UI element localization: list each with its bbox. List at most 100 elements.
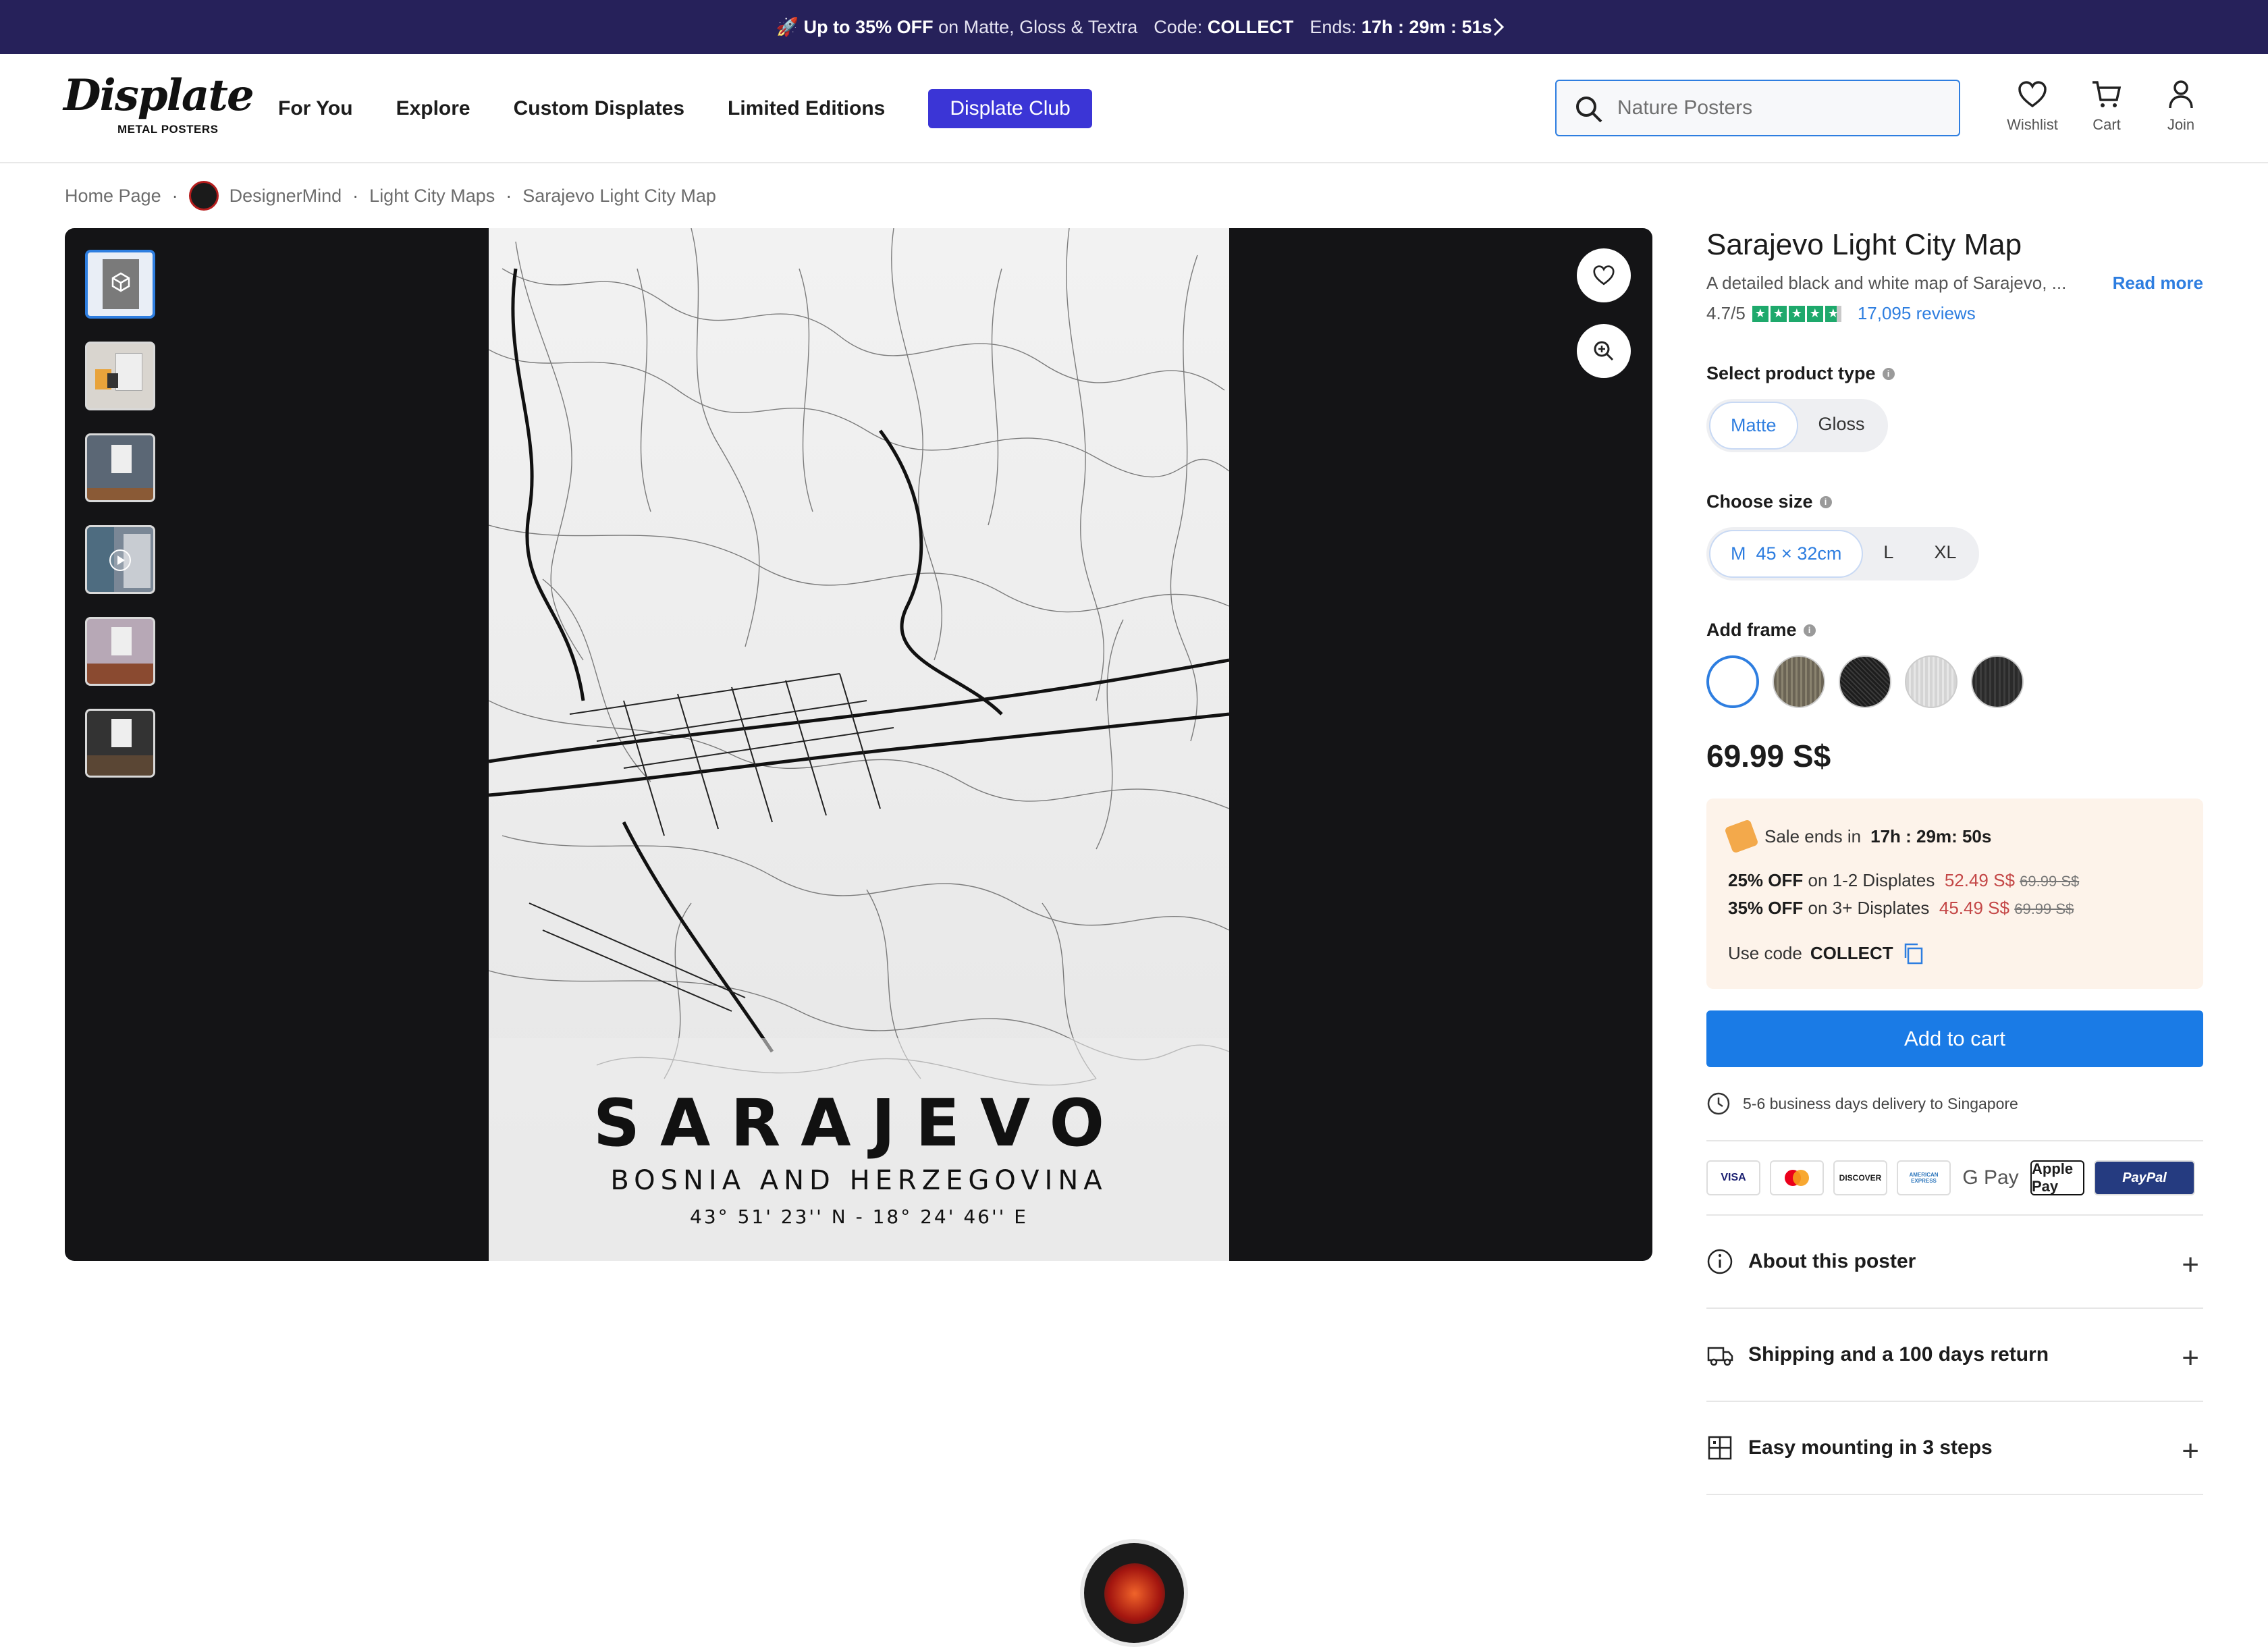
- plus-icon: +: [2182, 1248, 2199, 1281]
- star-icon: ★: [1752, 305, 1769, 322]
- poster-city: SARAJEVO: [593, 1085, 1125, 1161]
- plus-icon: +: [2182, 1434, 2199, 1467]
- frame-black-wood[interactable]: [1839, 655, 1891, 708]
- info-icon[interactable]: i: [1882, 367, 1895, 380]
- frame-white-wood[interactable]: [1905, 655, 1958, 708]
- type-gloss[interactable]: Gloss: [1798, 402, 1885, 450]
- product-description: A detailed black and white map of Saraje…: [1706, 273, 2203, 294]
- size-m[interactable]: M 45 × 32cm: [1709, 530, 1864, 578]
- star-icon: ★: [1770, 305, 1787, 322]
- poster-country: BOSNIA AND HERZEGOVINA: [610, 1165, 1108, 1196]
- thumbnail-wall-3[interactable]: [85, 617, 155, 686]
- heart-icon: [1593, 265, 1615, 286]
- sale-tier-2: 35% OFF on 3+ Displates 45.49 S$ 69.99 S…: [1728, 898, 2074, 918]
- artist-avatar[interactable]: [188, 181, 219, 211]
- reviews-link[interactable]: 17,095 reviews: [1858, 303, 1976, 324]
- accordion-shipping[interactable]: Shipping and a 100 days return +: [1706, 1309, 2203, 1402]
- apple-pay-icon: Apple Pay: [2030, 1160, 2084, 1195]
- read-more-link[interactable]: Read more: [2113, 273, 2203, 294]
- breadcrumb-collection[interactable]: Light City Maps: [369, 186, 495, 207]
- info-icon[interactable]: i: [1803, 624, 1816, 637]
- artist-avatar-large[interactable]: [1080, 1539, 1188, 1647]
- copy-icon[interactable]: [1901, 942, 1924, 965]
- nav-limited-editions[interactable]: Limited Editions: [728, 97, 885, 120]
- delivery-info: 5-6 business days delivery to Singapore: [1706, 1091, 2203, 1116]
- cart-icon: [2092, 81, 2122, 107]
- product-title: Sarajevo Light City Map: [1706, 228, 2022, 261]
- thumbnail-wall-2[interactable]: [85, 433, 155, 502]
- promo-countdown: Ends: 17h : 29m : 51s: [1310, 16, 1492, 37]
- nav-explore[interactable]: Explore: [396, 97, 470, 120]
- main-nav: For You Explore Custom Displates Limited…: [278, 54, 1135, 163]
- nav-for-you[interactable]: For You: [278, 97, 353, 120]
- breadcrumb-artist[interactable]: DesignerMind: [230, 186, 342, 207]
- product-type-label: Select product type i: [1706, 363, 2203, 384]
- poster-image[interactable]: SARAJEVO BOSNIA AND HERZEGOVINA 43° 51' …: [489, 228, 1229, 1261]
- accordion-about[interactable]: About this poster +: [1706, 1216, 2203, 1309]
- gallery-wishlist-button[interactable]: [1577, 248, 1631, 302]
- sale-box: Sale ends in 17h : 29m: 50s 25% OFF on 1…: [1706, 799, 2203, 989]
- cube-icon: [111, 272, 130, 292]
- visa-icon: VISA: [1706, 1160, 1760, 1195]
- info-circle-icon: [1707, 1249, 1733, 1274]
- site-header: Displate METAL POSTERS For You Explore C…: [0, 54, 2268, 163]
- sale-code: Use code COLLECT: [1728, 942, 2182, 965]
- poster-coordinates: 43° 51' 23'' N - 18° 24' 46'' E: [690, 1206, 1028, 1228]
- frame-none[interactable]: [1706, 655, 1759, 708]
- promo-banner[interactable]: 🚀 Up to 35% OFF on Matte, Gloss & Textra…: [0, 0, 2268, 54]
- sale-tier-1: 25% OFF on 1-2 Displates 52.49 S$ 69.99 …: [1728, 870, 2080, 890]
- size-label: Choose size i: [1706, 491, 2203, 512]
- info-icon[interactable]: i: [1819, 495, 1832, 508]
- thumbnail-wall-1[interactable]: [85, 342, 155, 410]
- clock-icon: [1707, 1092, 1730, 1115]
- discover-icon: DISCOVER: [1833, 1160, 1887, 1195]
- cart-button[interactable]: Cart: [2083, 78, 2130, 134]
- star-icon: ★: [1806, 305, 1823, 322]
- product-info: Sarajevo Light City Map A detailed black…: [1706, 228, 2203, 1495]
- mounting-grid-icon: [1708, 1436, 1732, 1460]
- product-type-selector: Matte Gloss: [1706, 399, 1888, 452]
- displate-club-button[interactable]: Displate Club: [928, 89, 1092, 128]
- search-input[interactable]: [1617, 97, 1941, 119]
- paypal-icon: PayPal: [2094, 1160, 2195, 1195]
- star-icon: ★: [1788, 305, 1805, 322]
- thumbnail-video[interactable]: [85, 525, 155, 594]
- type-matte[interactable]: Matte: [1709, 402, 1798, 450]
- truck-icon: [1707, 1347, 1733, 1366]
- promo-text: 🚀 Up to 35% OFF on Matte, Gloss & Textra: [776, 17, 1138, 37]
- breadcrumb-home[interactable]: Home Page: [65, 186, 161, 207]
- thumbnail-wall-4[interactable]: [85, 709, 155, 778]
- google-pay-icon: G Pay: [1962, 1166, 2019, 1189]
- star-half-icon: ★: [1825, 305, 1841, 322]
- heart-icon: [2018, 81, 2047, 108]
- payment-methods: VISA DISCOVER AMERICAN EXPRESS G Pay App…: [1706, 1140, 2203, 1216]
- add-to-cart-button[interactable]: Add to cart: [1706, 1010, 2203, 1067]
- thumbnail-3d-view[interactable]: [85, 250, 155, 319]
- search-icon: [1576, 97, 1602, 123]
- breadcrumb: Home Page · DesignerMind · Light City Ma…: [65, 181, 716, 211]
- frame-label: Add frame i: [1706, 620, 2203, 641]
- accordion-mounting[interactable]: Easy mounting in 3 steps +: [1706, 1402, 2203, 1495]
- tag-icon: [1724, 819, 1759, 854]
- rating: 4.7/5 ★ ★ ★ ★ ★ 17,095 reviews: [1706, 303, 1976, 324]
- search-box[interactable]: [1555, 80, 1960, 136]
- mastercard-icon: [1770, 1160, 1824, 1195]
- zoom-button[interactable]: [1577, 324, 1631, 378]
- chevron-right-icon[interactable]: [1485, 14, 1512, 40]
- size-xl[interactable]: XL: [1914, 530, 1976, 578]
- rating-stars: ★ ★ ★ ★ ★: [1752, 305, 1841, 322]
- size-l[interactable]: L: [1863, 530, 1914, 578]
- frame-selector: [1706, 655, 2203, 708]
- frame-graphite[interactable]: [1971, 655, 2024, 708]
- frame-natural-wood[interactable]: [1773, 655, 1825, 708]
- zoom-in-icon: [1594, 341, 1614, 361]
- join-button[interactable]: Join: [2157, 78, 2205, 134]
- displate-logo[interactable]: Displate METAL POSTERS: [63, 74, 254, 142]
- product-gallery: SARAJEVO BOSNIA AND HERZEGOVINA 43° 51' …: [65, 228, 1652, 1261]
- thumbnail-list: [85, 250, 155, 778]
- user-icon: [2169, 80, 2193, 109]
- wishlist-button[interactable]: Wishlist: [2007, 78, 2058, 134]
- size-selector: M 45 × 32cm L XL: [1706, 527, 1980, 580]
- plus-icon: +: [2182, 1341, 2199, 1374]
- nav-custom-displates[interactable]: Custom Displates: [514, 97, 684, 120]
